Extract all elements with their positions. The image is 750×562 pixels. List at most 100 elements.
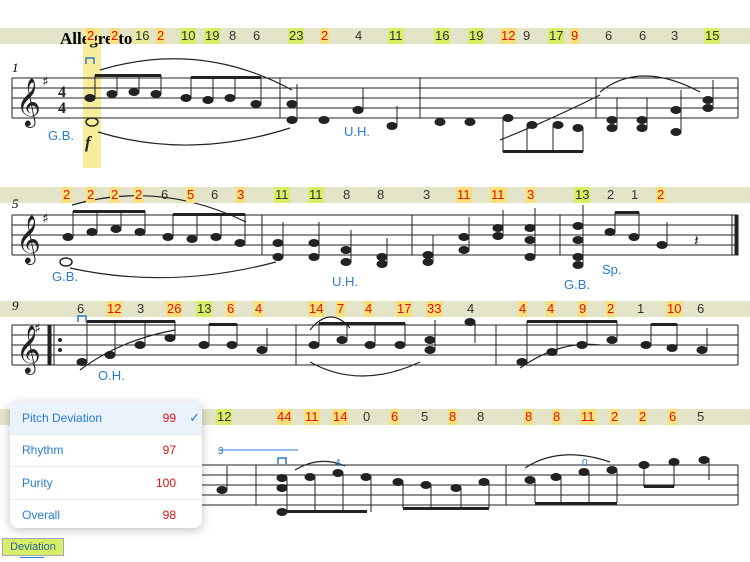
deviation-value: 4 [518, 301, 528, 317]
deviation-value: 3 [236, 187, 246, 203]
deviation-value: 6 [226, 301, 236, 317]
deviation-value: 5 [421, 409, 429, 424]
deviation-value: 6 [211, 187, 219, 202]
deviation-value: 13 [196, 301, 213, 317]
deviation-value: 14 [308, 301, 325, 317]
deviation-value: 4 [546, 301, 556, 317]
deviation-value: 3 [526, 187, 536, 203]
staff-1 [11, 77, 739, 119]
deviation-value: 11 [274, 187, 290, 203]
deviation-value: 3 [137, 301, 145, 316]
deviation-value: 4 [254, 301, 264, 317]
deviation-value: 4 [355, 28, 363, 43]
deviation-value: 6 [253, 28, 261, 43]
deviation-mode-button[interactable]: Deviation [2, 538, 64, 556]
annotation-gb: G.B. [564, 277, 591, 292]
deviation-value: 11 [456, 187, 472, 203]
deviation-value: 6 [668, 409, 678, 425]
deviation-value: 17 [396, 301, 413, 317]
metric-purity[interactable]: Purity 100 [10, 467, 202, 500]
metric-value: 97 [162, 443, 176, 458]
metric-pitch-deviation[interactable]: Pitch Deviation 99 ✓ [10, 402, 202, 435]
deviation-value: 2 [638, 409, 648, 425]
notes-row-3 [76, 318, 708, 366]
triplet-number: 3 [218, 446, 224, 457]
deviation-value: 6 [390, 409, 400, 425]
svg-text:♯: ♯ [42, 74, 49, 90]
deviation-value: 8 [477, 409, 485, 424]
deviation-value: 16 [134, 28, 151, 44]
deviation-value: 2 [156, 28, 166, 44]
deviation-value: 8 [552, 409, 562, 425]
deviation-value: 8 [524, 409, 534, 425]
deviation-value: 12 [106, 301, 123, 317]
deviation-value: 16 [434, 28, 451, 44]
checkmark-icon: ✓ [189, 409, 200, 425]
svg-text:4: 4 [58, 100, 66, 117]
deviation-value: 11 [304, 409, 320, 425]
deviation-value: 8 [377, 187, 385, 202]
svg-text:♯: ♯ [34, 321, 41, 337]
deviation-value: 0 [363, 409, 371, 424]
slurs-row-4 [294, 454, 611, 471]
deviation-value: 19 [204, 28, 221, 44]
metric-label: Pitch Deviation [22, 410, 103, 425]
deviation-value: 5 [186, 187, 196, 203]
metric-label: Overall [22, 508, 61, 523]
deviation-value: 11 [580, 409, 596, 425]
deviation-value: 3 [423, 187, 431, 202]
annotation-uh: U.H. [344, 124, 370, 139]
deviation-value: 2 [86, 187, 96, 203]
deviation-value: 15 [704, 28, 721, 44]
deviation-value: 11 [490, 187, 506, 203]
deviation-value: 44 [276, 409, 293, 425]
svg-text:𝄞: 𝄞 [16, 77, 41, 128]
deviation-value: 2 [320, 28, 330, 44]
fingering-0: 0 [582, 458, 588, 469]
deviation-value: 8 [343, 187, 351, 202]
time-signature: 44 [58, 84, 66, 117]
annotation-gb: G.B. [48, 128, 75, 143]
deviation-value: 19 [468, 28, 485, 44]
deviation-value: 9 [570, 28, 580, 44]
deviation-value: 2 [606, 301, 616, 317]
deviation-value: 33 [426, 301, 443, 317]
deviation-value: 5 [697, 409, 705, 424]
svg-text:♯: ♯ [42, 211, 49, 227]
metric-label: Rhythm [22, 443, 64, 458]
deviation-value: 3 [671, 28, 679, 43]
deviation-value: 9 [578, 301, 588, 317]
button-indicator [20, 557, 44, 558]
deviation-value: 12 [216, 409, 233, 425]
deviation-value: 13 [574, 187, 591, 203]
deviation-value: 1 [637, 301, 645, 316]
metric-value: 99 [162, 410, 176, 425]
metric-overall[interactable]: Overall 98 [10, 500, 202, 529]
deviation-value: 2 [656, 187, 666, 203]
deviation-value: 4 [364, 301, 374, 317]
deviation-value: 6 [697, 301, 705, 316]
deviation-value: 8 [229, 28, 237, 43]
deviation-value: 9 [523, 28, 531, 43]
deviation-value: 10 [666, 301, 683, 317]
deviation-value: 10 [180, 28, 197, 44]
annotation-uh: U.H. [332, 274, 358, 289]
deviation-value: 7 [336, 301, 346, 317]
deviation-value: 17 [548, 28, 565, 44]
slurs-row-3 [79, 316, 601, 377]
rest: 𝄽 [694, 231, 699, 250]
deviation-value: 2 [86, 28, 96, 44]
svg-text:𝄞: 𝄞 [16, 214, 41, 265]
metric-value: 98 [162, 508, 176, 523]
deviation-value: 6 [639, 28, 647, 43]
metric-rhythm[interactable]: Rhythm 97 [10, 435, 202, 467]
annotation-oh: O.H. [98, 368, 125, 383]
deviation-value: 11 [388, 28, 404, 44]
deviation-value: 8 [448, 409, 458, 425]
deviation-value: 11 [308, 187, 324, 203]
deviation-value: 2 [62, 187, 72, 203]
deviation-value: 1 [631, 187, 639, 202]
metric-label: Purity [22, 475, 53, 490]
annotation-sp: Sp. [602, 262, 622, 277]
notes-row-1 [84, 74, 714, 153]
